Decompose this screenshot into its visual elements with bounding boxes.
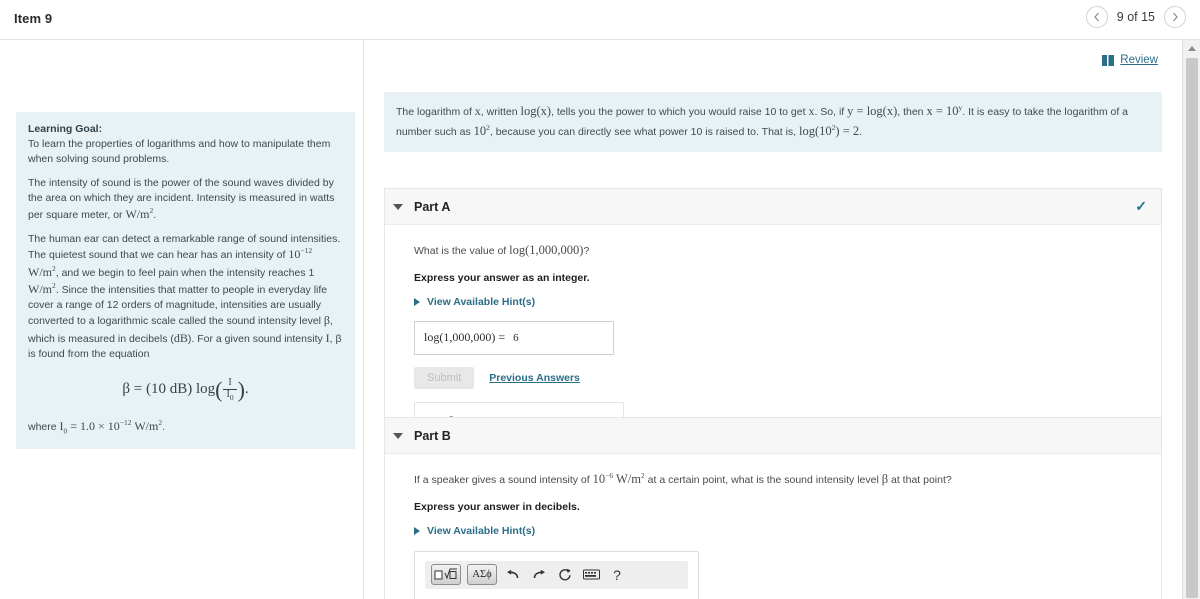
triangle-up-icon	[1188, 46, 1196, 51]
eq-coefficient: (10 dB)	[145, 381, 193, 398]
part-a-submit-button: Submit	[414, 366, 475, 389]
part-b-instruction: Express your answer in decibels.	[414, 500, 580, 513]
page-root: Item 9 9 of 15 Learning Goal: To learn t…	[0, 0, 1200, 599]
intro-text-e: , then	[897, 106, 927, 118]
greek-symbols-button[interactable]: ΑΣϕ	[467, 564, 497, 586]
part-a-header[interactable]: Part A ✓	[385, 189, 1161, 225]
part-b-card: Part B If a speaker gives a sound intens…	[384, 417, 1162, 599]
keyboard-icon[interactable]	[581, 564, 601, 585]
intro-text-a: The logarithm of	[396, 106, 475, 118]
top-bar: Item 9 9 of 15	[0, 0, 1200, 40]
unit-watt-per-m2: W/m2	[125, 205, 154, 221]
part-a-hints-toggle[interactable]: View Available Hint(s)	[414, 296, 1161, 308]
math-toolbar: ΑΣϕ ?	[425, 560, 688, 589]
part-a-instruction: Express your answer as an integer.	[414, 271, 590, 284]
book-icon	[1102, 54, 1115, 66]
chevron-left-icon	[1094, 12, 1100, 22]
learning-goal-card: Learning Goal: To learn the properties o…	[16, 112, 355, 449]
ear-range-paragraph: The human ear can detect a remarkable ra…	[28, 232, 343, 362]
eq-log: log	[195, 381, 216, 398]
caret-right-icon	[414, 526, 420, 535]
intro-eq-1: y = log(x)	[847, 104, 898, 118]
scroll-up-button[interactable]	[1183, 40, 1200, 57]
intro-log-x: log(x)	[520, 104, 552, 118]
part-b-label: Part B	[414, 428, 451, 443]
prev-item-button[interactable]	[1085, 6, 1108, 28]
ear-text-c: . Since the intensities that matter to p…	[28, 283, 328, 328]
undo-arrow-icon[interactable]	[503, 564, 523, 585]
eq-beta: β	[122, 381, 130, 398]
chevron-right-icon	[1172, 12, 1178, 22]
intro-text-c: , tells you the power to which you would…	[551, 106, 809, 118]
decibel-unit: dB	[173, 330, 188, 345]
part-b-math-entry-widget: ΑΣϕ ?	[414, 550, 699, 599]
vertical-scrollbar[interactable]	[1182, 40, 1200, 599]
caret-down-icon[interactable]	[393, 203, 403, 210]
intro-eq-2: x = 10y	[926, 102, 963, 118]
part-a-actions: Submit Previous Answers	[414, 366, 1161, 389]
part-b-question-text-a: If a speaker gives a sound intensity of	[414, 474, 593, 487]
caret-down-icon[interactable]	[393, 432, 403, 439]
ear-text-b: , and we begin to feel pain when the int…	[55, 266, 315, 279]
intensity-text: The intensity of sound is the power of t…	[28, 176, 335, 221]
learning-goal-label: Learning Goal:	[28, 123, 103, 135]
part-b-hints-toggle[interactable]: View Available Hint(s)	[414, 525, 1161, 537]
part-b-intensity-value: 10−6 W/m2	[592, 471, 645, 487]
part-a-answer-field[interactable]: log(1,000,000) = 6	[414, 320, 614, 355]
learning-goal-paragraph: Learning Goal: To learn the properties o…	[28, 122, 343, 167]
help-icon[interactable]: ?	[607, 564, 627, 585]
intro-text-b: , written	[480, 106, 521, 118]
intro-text-d: . So, if	[814, 106, 848, 118]
part-a-hints-label: View Available Hint(s)	[427, 295, 536, 308]
eq-equals: =	[133, 381, 143, 398]
scrollbar-thumb[interactable]	[1186, 58, 1198, 598]
problem-pane: Review The logarithm of x, written log(x…	[365, 40, 1200, 599]
part-b-question-text-b: at a certain point, what is the sound in…	[644, 474, 882, 487]
part-a-label: Part A	[414, 199, 451, 214]
part-a-status-check-icon: ✓	[1135, 198, 1147, 214]
pager: 9 of 15	[1085, 6, 1186, 28]
i-zero-definition: where I0 = 1.0 × 10−12 W/m2.	[28, 417, 166, 436]
next-item-button[interactable]	[1164, 6, 1186, 28]
ear-text-e: ). For a given sound intensity	[187, 332, 326, 345]
part-a-question-math: log(1,000,000)	[509, 243, 584, 257]
part-a-question-text: What is the value of	[414, 245, 510, 257]
review-control[interactable]: Review	[1102, 54, 1158, 66]
part-a-question: What is the value of log(1,000,000)?	[414, 243, 590, 257]
where-label: where	[28, 420, 60, 433]
part-b-body: If a speaker gives a sound intensity of …	[385, 454, 1161, 599]
pager-count: 9 of 15	[1116, 10, 1155, 24]
part-b-question: If a speaker gives a sound intensity of …	[414, 470, 1161, 489]
eq-fraction: I I0	[223, 378, 237, 402]
eq-paren-close: )	[237, 377, 245, 403]
reset-circle-icon[interactable]	[555, 564, 575, 585]
template-icon	[434, 568, 457, 580]
intro-text-h: .	[859, 126, 863, 139]
part-a-answer-value: 6	[513, 331, 519, 344]
review-link[interactable]: Review	[1120, 54, 1158, 66]
eq-denominator: I0	[226, 388, 234, 402]
intro-eq-3: log(102) = 2	[799, 123, 860, 139]
template-icon-button[interactable]	[431, 564, 461, 586]
learning-goal-pane: Learning Goal: To learn the properties o…	[0, 40, 364, 599]
part-a-previous-answers-link[interactable]: Previous Answers	[489, 372, 580, 384]
pain-intensity-unit: W/m2	[28, 280, 56, 296]
i-zero-value: I0 = 1.0 × 10−12 W/m2	[59, 417, 163, 436]
intro-text-g: , because you can directly see what powe…	[489, 126, 800, 139]
eq-paren-open: (	[215, 377, 223, 403]
part-a-answer-expression: log(1,000,000) =	[424, 330, 506, 345]
part-b-header[interactable]: Part B	[385, 418, 1161, 454]
intensity-paragraph: The intensity of sound is the power of t…	[28, 176, 335, 221]
beta-equation: β = (10 dB) log(I I0).	[122, 377, 249, 403]
intro-explanation: The logarithm of x, written log(x), tell…	[384, 92, 1162, 152]
redo-arrow-icon[interactable]	[529, 564, 549, 585]
learning-goal-text: To learn the properties of logarithms an…	[28, 137, 331, 165]
caret-right-icon	[414, 297, 420, 306]
part-b-question-text-c: at that point?	[888, 474, 952, 487]
page-title: Item 9	[14, 11, 53, 26]
part-b-hints-label: View Available Hint(s)	[427, 524, 536, 537]
intro-ten-squared: 102	[473, 123, 490, 139]
